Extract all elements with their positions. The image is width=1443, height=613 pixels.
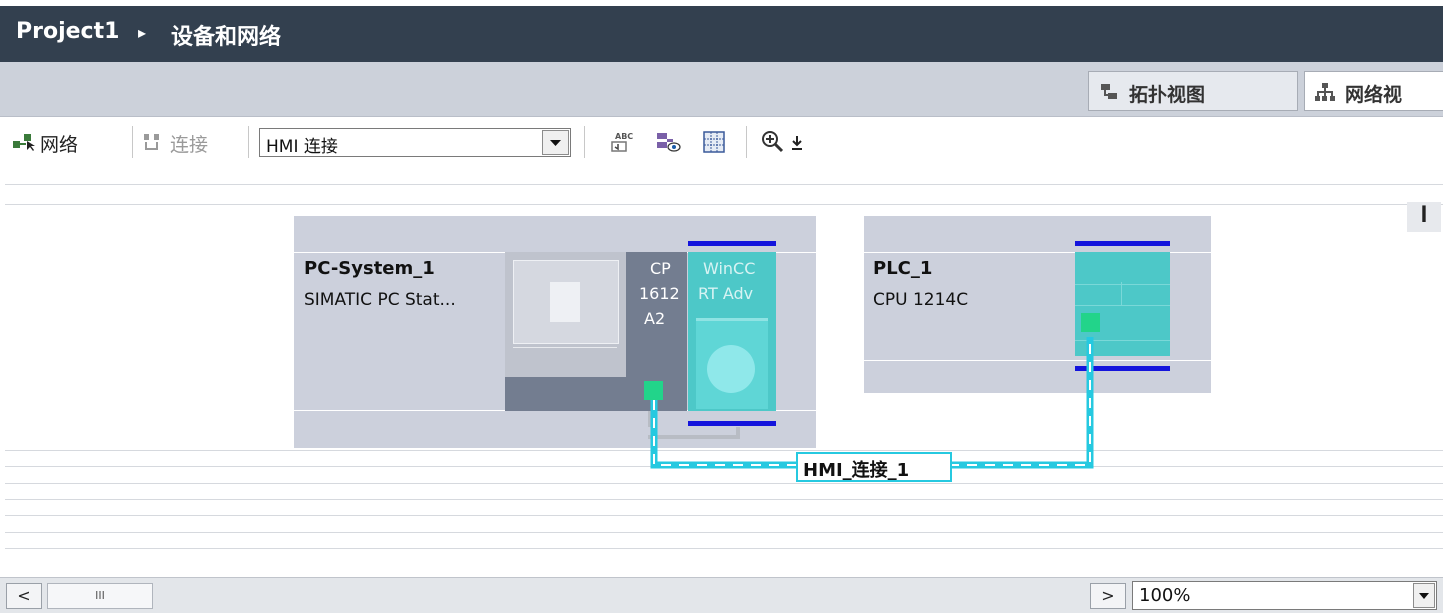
pc-station-image[interactable] [505, 252, 626, 411]
page-title: 设备和网络 [171, 25, 282, 50]
tab-topology-view[interactable]: 拓扑视图 [1088, 71, 1298, 111]
scroll-left-button[interactable]: < [6, 583, 42, 609]
runtime-line1: WinCC [703, 259, 756, 278]
rail-top [1075, 241, 1170, 246]
scroll-right-button[interactable]: > [1090, 583, 1126, 609]
device-name[interactable]: PC-System_1 [304, 258, 435, 279]
network-mode-button[interactable]: 网络 [10, 123, 128, 159]
zoom-in-icon[interactable] [760, 129, 786, 155]
network-view-icon [1315, 83, 1335, 101]
device-name[interactable]: PLC_1 [873, 258, 932, 279]
cp-module-line1: CP [650, 259, 671, 278]
cp-module[interactable]: CP 1612 A2 [626, 252, 687, 411]
show-address-labels-icon[interactable]: ABC [610, 130, 634, 154]
toolbar-separator [132, 126, 133, 158]
connections-mode-button[interactable]: 连接 [140, 123, 240, 159]
connection-label: HMI_连接_1 [803, 460, 910, 481]
runtime-line2: RT Adv [698, 284, 754, 303]
connections-mode-icon [144, 134, 159, 150]
highlight-connections-icon[interactable] [655, 130, 681, 154]
device-type: CPU 1214C [873, 290, 969, 310]
dropdown-arrow-icon[interactable] [1413, 583, 1435, 608]
network-mode-label: 网络 [40, 134, 79, 156]
tab-network-view[interactable]: 网络视 [1304, 71, 1443, 111]
ethernet-port-icon[interactable] [644, 381, 663, 400]
toolbar-separator [584, 126, 585, 158]
rail-bottom [1075, 366, 1170, 371]
zoom-level-value: 100% [1139, 585, 1191, 606]
rail-bottom [688, 421, 776, 426]
zoom-options-icon[interactable] [790, 134, 804, 152]
cp-module-line3: A2 [644, 309, 666, 328]
plc-cpu-image[interactable] [1075, 252, 1170, 356]
horizontal-scroll-thumb[interactable]: III [47, 583, 153, 609]
tab-topology-label: 拓扑视图 [1129, 84, 1206, 106]
connections-mode-label: 连接 [170, 134, 209, 156]
ethernet-port-icon[interactable] [1081, 313, 1100, 332]
pin-icon[interactable]: ꟾ [1407, 202, 1441, 232]
svg-text:ABC: ABC [615, 132, 633, 141]
connection-type-select[interactable]: HMI 连接 [259, 128, 571, 157]
connection-label-box[interactable]: HMI_连接_1 [796, 452, 952, 482]
tab-network-label: 网络视 [1345, 84, 1403, 106]
breadcrumb-project[interactable]: Project1 [16, 19, 119, 44]
toolbar-separator [248, 126, 249, 158]
connection-type-value: HMI 连接 [266, 137, 338, 157]
topology-view-icon [1101, 84, 1117, 99]
toolbar-separator [746, 126, 747, 158]
zoom-level-select[interactable]: 100% [1132, 581, 1437, 610]
dropdown-arrow-icon[interactable] [542, 130, 569, 155]
title-bar: Project1 ▸ 设备和网络 [0, 0, 1443, 62]
disc-icon [707, 345, 755, 393]
wincc-runtime-module[interactable]: WinCC RT Adv [688, 252, 776, 411]
network-mode-icon [13, 134, 35, 151]
breadcrumb-separator-icon: ▸ [138, 23, 147, 42]
cp-module-line2: 1612 [639, 284, 680, 303]
overview-grid-icon[interactable] [702, 130, 726, 154]
device-type: SIMATIC PC Stat... [304, 290, 456, 310]
rail-top [688, 241, 776, 246]
